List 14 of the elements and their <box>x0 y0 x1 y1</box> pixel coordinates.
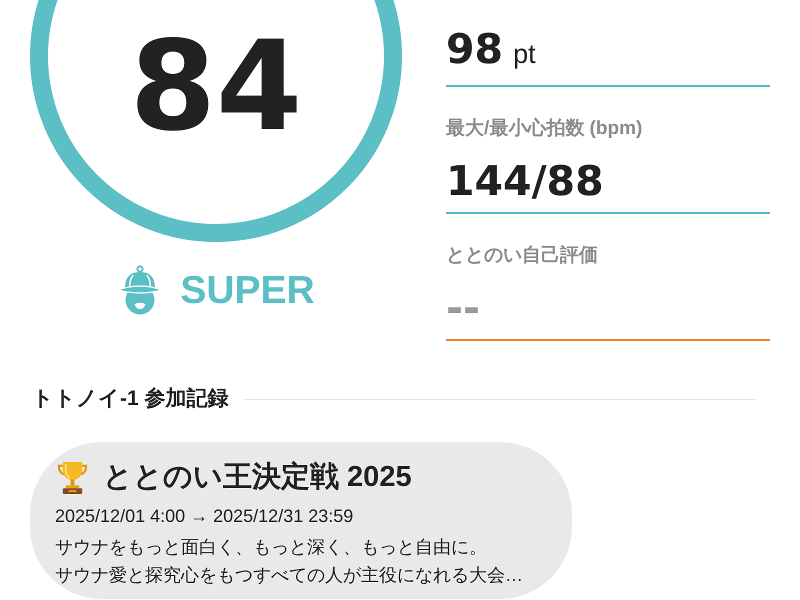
stat-label: ととのい自己評価 <box>446 244 599 268</box>
rank-label: SUPER <box>180 270 315 310</box>
section-title: トトノイ-1 参加記録 <box>32 386 229 412</box>
stat-value: 98 <box>446 24 504 74</box>
event-description: サウナをもっと面白く、もっと深く、もっと自由に。 サウナ愛と探究心をもつすべての人が主役になれる大会… <box>55 536 524 587</box>
score-value: 84 <box>130 25 302 149</box>
stat-unit: pt <box>513 38 536 71</box>
event-card[interactable]: ととのい王決定戦 2025 2025/12/01 4:00 → 2025/12/31 23:59 サウナをもっと面白く、もっと深く、もっと自由に。 サウナ愛と探究心をもつすべての人が主役になれる大会… <box>30 442 572 599</box>
stat-label: 最大/最小心拍数 (bpm) <box>446 117 644 141</box>
stat-value: 144/88 <box>446 156 604 206</box>
event-period: 2025/12/01 4:00 → 2025/12/31 23:59 <box>55 505 354 528</box>
trophy-icon <box>55 460 90 494</box>
event-title: ととのい王決定戦 2025 <box>103 460 412 495</box>
rating-input-field[interactable]: -- <box>446 268 770 341</box>
